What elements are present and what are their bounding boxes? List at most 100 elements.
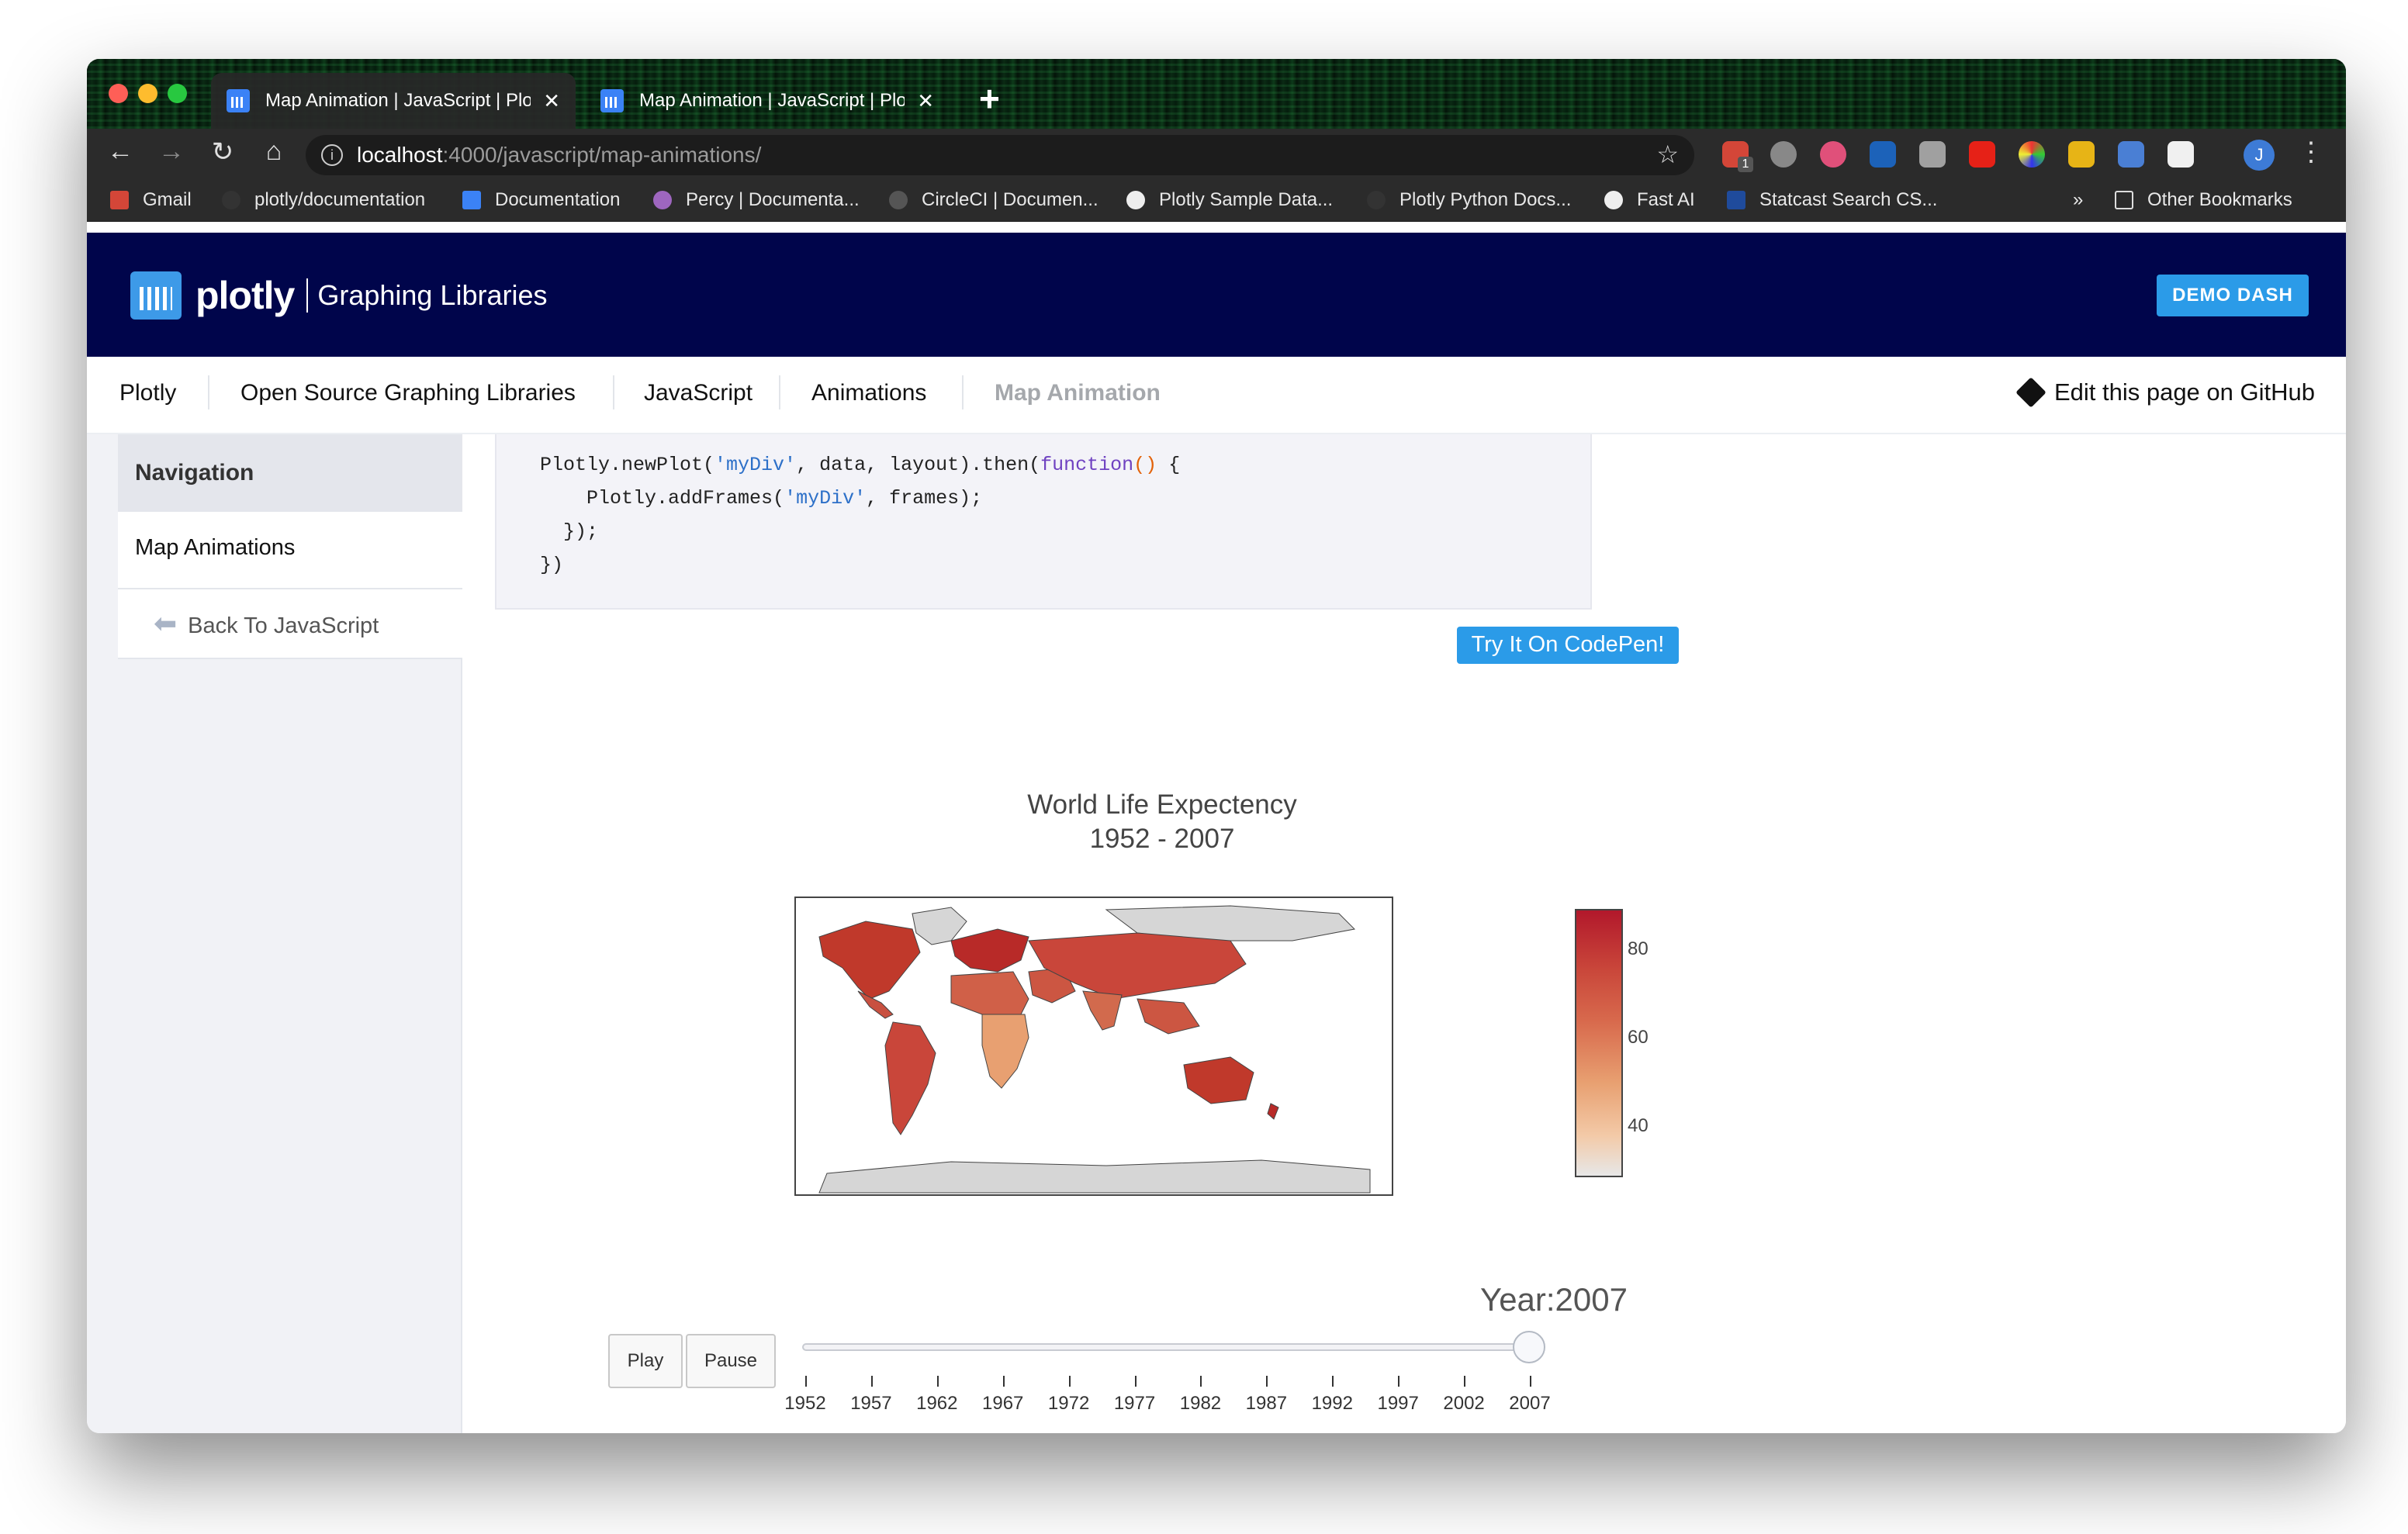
slider-year-label[interactable]: 1962 [906, 1393, 968, 1415]
slider-year-label[interactable]: 1977 [1104, 1393, 1166, 1415]
map-antarctica [818, 1159, 1371, 1194]
choropleth-map[interactable] [794, 897, 1393, 1196]
sidebar-item-map-animations[interactable]: Map Animations [118, 512, 462, 589]
close-tab-icon[interactable]: ✕ [917, 89, 934, 113]
edit-on-github-link[interactable]: Edit this page on GitHub [2015, 377, 2315, 408]
extension-folder-icon[interactable] [2068, 141, 2095, 168]
breadcrumb-javascript[interactable]: JavaScript [644, 380, 752, 406]
sidebar: Navigation Map Animations ⬅ Back To JavaS… [87, 434, 462, 1433]
browser-tab[interactable]: Map Animation | JavaScript | Plo ✕ [585, 73, 950, 129]
minimize-window-button[interactable] [138, 84, 157, 103]
site-info-icon[interactable]: i [321, 144, 343, 166]
bookmarks-bar: Gmail plotly/documentation Documentation… [87, 181, 2346, 222]
maximize-window-button[interactable] [168, 84, 187, 103]
tab-title: Map Animation | JavaScript | Plo [265, 90, 531, 111]
colorbar-tick-label: 80 [1628, 938, 1649, 959]
breadcrumb-separator [613, 375, 614, 409]
slider-year-label[interactable]: 1967 [972, 1393, 1034, 1415]
slider-year-label[interactable]: 2002 [1433, 1393, 1495, 1415]
bookmark-fast-ai[interactable]: Fast AI [1604, 189, 1695, 211]
bookmark-star-icon[interactable]: ☆ [1656, 140, 1679, 169]
extension-youtube-icon[interactable] [1969, 141, 1995, 168]
new-tab-button[interactable]: + [979, 78, 1000, 119]
breadcrumb-separator [962, 375, 964, 409]
slider-tick [1266, 1376, 1268, 1387]
browser-tab-active[interactable]: Map Animation | JavaScript | Plo ✕ [211, 73, 576, 129]
slider-year-label[interactable]: 1952 [774, 1393, 836, 1415]
map-south-asia [1082, 990, 1123, 1031]
bookmark-percy[interactable]: Percy | Documenta... [653, 189, 860, 211]
plotly-logo[interactable]: plotly Graphing Libraries [130, 271, 547, 320]
extension-color-icon[interactable] [2019, 141, 2045, 168]
tab-title: Map Animation | JavaScript | Plo [639, 90, 905, 111]
profile-avatar[interactable]: J [2244, 140, 2275, 171]
bookmark-documentation[interactable]: Documentation [462, 189, 620, 211]
bookmarks-overflow-button[interactable]: » [2073, 189, 2083, 211]
bookmark-plotly-python-docs[interactable]: Plotly Python Docs... [1367, 189, 1571, 211]
slider-year-label[interactable]: 1992 [1301, 1393, 1363, 1415]
year-slider-track[interactable] [802, 1343, 1533, 1351]
tab-strip: Map Animation | JavaScript | Plo ✕ Map A… [87, 59, 2346, 129]
slider-tick [1200, 1376, 1202, 1387]
home-icon[interactable]: ⌂ [256, 136, 292, 167]
slider-year-label[interactable]: 1987 [1235, 1393, 1297, 1415]
slider-year-label[interactable]: 1997 [1367, 1393, 1429, 1415]
extension-octocat-icon[interactable] [1820, 141, 1846, 168]
slider-tick [936, 1376, 939, 1387]
map-subsaharan-africa [981, 1014, 1029, 1089]
bookmark-plotly-sample-data[interactable]: Plotly Sample Data... [1126, 189, 1333, 211]
percy-icon [653, 191, 672, 209]
extension-camera-icon[interactable] [1919, 141, 1946, 168]
gmail-icon [110, 191, 129, 209]
close-window-button[interactable] [109, 84, 128, 103]
year-slider-handle[interactable] [1513, 1331, 1545, 1363]
extension-square-icon[interactable] [1870, 141, 1896, 168]
try-on-codepen-button[interactable]: Try It On CodePen! [1457, 627, 1679, 664]
slider-year-label[interactable]: 1972 [1038, 1393, 1100, 1415]
breadcrumb-plotly[interactable]: Plotly [119, 380, 176, 406]
map-australia [1183, 1056, 1254, 1104]
sidebar-heading: Navigation [118, 434, 462, 512]
back-arrow-icon[interactable]: ← [102, 136, 138, 167]
code-block: Plotly.newPlot('myDiv', data, layout).th… [495, 434, 1592, 610]
breadcrumb-open-source[interactable]: Open Source Graphing Libraries [240, 380, 576, 406]
back-to-javascript-label: Back To JavaScript [188, 613, 379, 638]
demo-dash-button[interactable]: DEMO DASH [2157, 275, 2309, 316]
extension-tag-icon[interactable] [2118, 141, 2144, 168]
site-header: plotly Graphing Libraries DEMO DASH [87, 233, 2346, 357]
slider-year-label[interactable]: 1957 [840, 1393, 902, 1415]
browser-window: Map Animation | JavaScript | Plo ✕ Map A… [87, 59, 2346, 1433]
breadcrumb-animations[interactable]: Animations [811, 380, 926, 406]
extension-notion-icon[interactable] [2168, 141, 2194, 168]
extension-u-icon[interactable] [1770, 141, 1797, 168]
bookmark-circleci[interactable]: CircleCI | Documen... [889, 189, 1098, 211]
colorbar-tick-label: 40 [1628, 1115, 1649, 1136]
map-north-america [818, 921, 921, 1000]
slider-tick [870, 1376, 873, 1387]
bookmark-other-bookmarks[interactable]: Other Bookmarks [2115, 189, 2292, 211]
breadcrumb-separator [779, 375, 780, 409]
address-bar[interactable]: i localhost :4000/javascript/map-animati… [306, 135, 1694, 175]
bookmark-plotly-documentation[interactable]: plotly/documentation [222, 189, 425, 211]
back-to-javascript-link[interactable]: ⬅ Back To JavaScript [118, 589, 462, 659]
forward-arrow-icon[interactable]: → [154, 136, 189, 167]
close-tab-icon[interactable]: ✕ [543, 89, 560, 113]
browser-menu-icon[interactable]: ⋮ [2298, 136, 2324, 168]
slider-tick [1464, 1376, 1466, 1387]
slider-year-label[interactable]: 2007 [1499, 1393, 1561, 1415]
slider-tick [1398, 1376, 1400, 1387]
plotly-icon [462, 191, 481, 209]
play-button[interactable]: Play [608, 1334, 683, 1388]
bookmark-statcast[interactable]: Statcast Search CS... [1727, 189, 1937, 211]
github-icon [1367, 191, 1386, 209]
slider-tick [1134, 1376, 1137, 1387]
extension-gmail-icon[interactable]: 1 [1722, 141, 1753, 172]
world-map-graphic [818, 905, 1371, 1194]
map-south-america [884, 1021, 936, 1135]
map-europe [950, 928, 1029, 973]
slider-year-label[interactable]: 1982 [1169, 1393, 1231, 1415]
pause-button[interactable]: Pause [686, 1334, 776, 1388]
bookmark-gmail[interactable]: Gmail [110, 189, 192, 211]
reload-icon[interactable]: ↻ [205, 136, 240, 168]
folder-icon [2115, 191, 2133, 209]
